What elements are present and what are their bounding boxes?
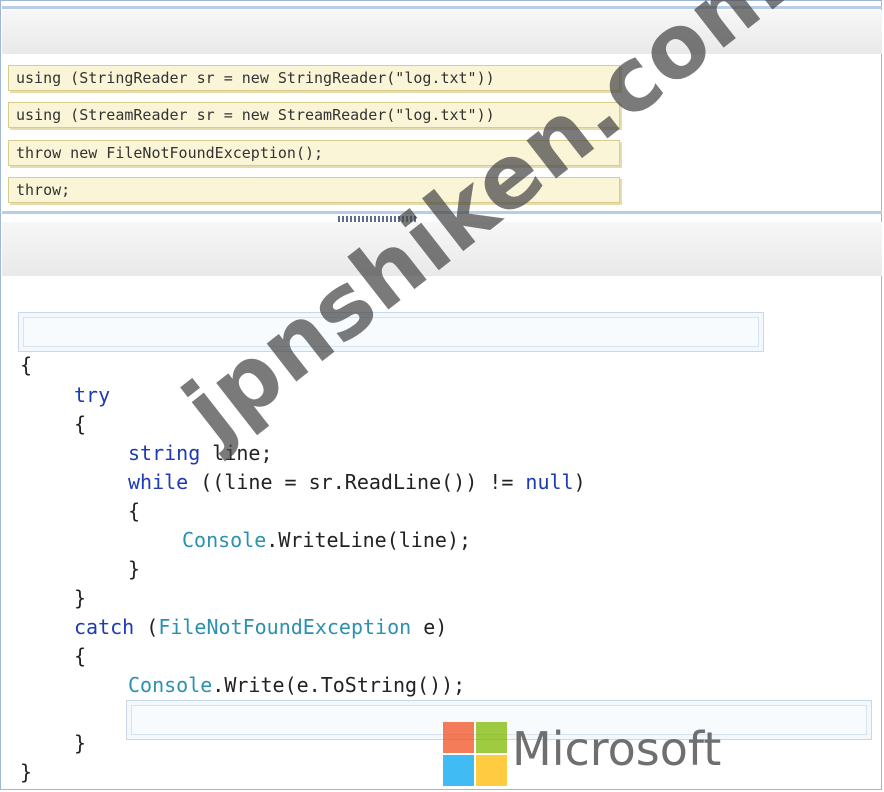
code-line: {	[128, 499, 141, 523]
logo-square-yellow	[476, 755, 507, 786]
code-line: Console.Write(e.ToString());	[128, 673, 466, 697]
code-line: {	[20, 353, 33, 377]
code-line: Console.WriteLine(line);	[182, 528, 472, 552]
logo-square-green	[476, 722, 507, 753]
code-line: try	[74, 383, 111, 407]
code-line: string line;	[128, 441, 273, 465]
code-line: }	[74, 586, 87, 610]
code-line: while ((line = sr.ReadLine()) != null)	[128, 470, 586, 494]
microsoft-wordmark: Microsoft	[512, 722, 722, 776]
answer-tile-string-reader[interactable]: using (StringReader sr = new StringReade…	[8, 65, 620, 91]
microsoft-logo-icon	[443, 722, 507, 786]
code-line: catch (FileNotFoundException e)	[74, 615, 448, 639]
logo-square-blue	[443, 755, 474, 786]
code-line: {	[74, 412, 87, 436]
code-line: }	[128, 557, 141, 581]
code-line: }	[74, 731, 87, 755]
code-line: {	[74, 644, 87, 668]
code-line: }	[20, 760, 33, 784]
logo-square-red	[443, 722, 474, 753]
